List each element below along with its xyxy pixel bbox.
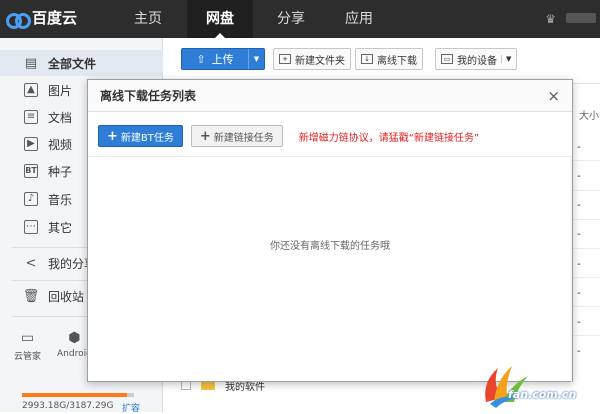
my-device-label: 我的设备 [457, 55, 497, 67]
top-bar: 百度云 主页 网盘 分享 应用 ♛ [0, 0, 600, 38]
quota-text: 2993.18G/3187.29G [22, 401, 114, 411]
size-cell: - [577, 171, 581, 182]
size-cell: - [577, 142, 581, 153]
offline-download-dialog: 离线下载任务列表 × + 新建BT任务 + 新建链接任务 新增磁力链协议，请猛戳… [87, 79, 573, 382]
size-cell: - [577, 200, 581, 211]
upload-icon: ⇧ [196, 52, 206, 66]
plus-icon: + [199, 128, 211, 144]
size-column-header[interactable]: 大小 [579, 107, 599, 122]
trash-icon: 🗑 [22, 288, 40, 304]
sidebar-item-label: 音乐 [48, 192, 73, 207]
new-link-task-label: 新建链接任务 [213, 132, 274, 144]
quota-fill [22, 393, 128, 397]
sidebar-item-label: 视频 [48, 137, 73, 152]
sidebar-item-label: 种子 [48, 164, 73, 179]
offline-download-icon: ↓ [361, 54, 373, 64]
logo-text: 百度云 [32, 9, 78, 27]
new-bt-task-label: 新建BT任务 [120, 132, 174, 144]
expand-storage-link[interactable]: 扩容 [122, 401, 140, 414]
share-icon: < [25, 255, 37, 271]
chevron-down-icon[interactable]: ▼ [501, 55, 511, 63]
files-icon: ▤ [24, 55, 38, 71]
watermark-logo [485, 366, 528, 408]
cloud-logo-icon [6, 10, 31, 29]
upload-button[interactable]: ⇧ 上传 ▼ [181, 48, 265, 70]
upload-dropdown-icon[interactable]: ▼ [248, 49, 264, 69]
device-icon: ▭ [441, 54, 453, 64]
task-list: 你还没有离线下载的任务哦 [88, 156, 572, 382]
monitor-icon: ▭ [20, 330, 35, 346]
new-bt-task-button[interactable]: + 新建BT任务 [98, 125, 183, 147]
video-icon: ▶ [24, 137, 38, 151]
toolbar: ⇧ 上传 ▼ + 新建文件夹 ↓ 离线下载 ▭ 我的设备 ▼ [163, 38, 600, 84]
music-icon: ♪ [24, 192, 38, 206]
nav-apps[interactable]: 应用 [330, 0, 388, 38]
quota-bar [22, 393, 134, 397]
new-folder-icon: + [279, 54, 291, 64]
dialog-header: 离线下载任务列表 × [88, 80, 572, 112]
sidebar-item-label: 回收站 [48, 289, 85, 304]
nav-netdisk[interactable]: 网盘 [187, 0, 253, 38]
user-menu[interactable] [566, 13, 596, 23]
sidebar-item-label: 其它 [48, 220, 73, 235]
offline-download-button[interactable]: ↓ 离线下载 [355, 48, 423, 70]
task-list-edge [571, 156, 572, 382]
size-cell: - [577, 229, 581, 240]
bt-icon: BT [24, 164, 38, 178]
close-icon[interactable]: × [547, 87, 560, 105]
device-label: 云管家 [14, 352, 42, 362]
my-device-button[interactable]: ▭ 我的设备 ▼ [435, 48, 518, 70]
baidu-cloud-logo[interactable]: 百度云 [6, 7, 78, 29]
dialog-actions: + 新建BT任务 + 新建链接任务 新增磁力链协议，请猛戳“新建链接任务” [98, 125, 479, 147]
new-folder-label: 新建文件夹 [295, 55, 345, 67]
android-icon: ⬢ [68, 330, 81, 346]
device-cloud-manager[interactable]: ▭ 云管家 [14, 330, 41, 362]
new-folder-button[interactable]: + 新建文件夹 [273, 48, 351, 70]
dialog-title: 离线下载任务列表 [100, 89, 197, 103]
nav-home[interactable]: 主页 [118, 0, 178, 38]
sidebar-item-all-files[interactable]: ▤ 全部文件 [0, 50, 163, 76]
device-links: ▭ 云管家 ⬢ Android [14, 330, 92, 362]
size-cell: - [577, 346, 581, 357]
sidebar-item-label: 文档 [48, 110, 73, 125]
other-icon: ⋯ [24, 220, 38, 234]
plus-icon: + [107, 128, 118, 144]
sidebar-item-label: 全部文件 [48, 56, 97, 71]
crown-icon[interactable]: ♛ [545, 12, 556, 26]
watermark-text: fan.com.cn [508, 388, 577, 401]
magnet-hint: 新增磁力链协议，请猛戳“新建链接任务” [298, 132, 480, 144]
offline-download-label: 离线下载 [377, 55, 417, 67]
document-icon: ≡ [24, 110, 38, 124]
size-cell: - [577, 259, 581, 270]
image-icon: ▲ [24, 83, 38, 97]
empty-state-text: 你还没有离线下载的任务哦 [270, 241, 390, 252]
new-link-task-button[interactable]: + 新建链接任务 [190, 125, 283, 147]
nav-share[interactable]: 分享 [262, 0, 320, 38]
sidebar-item-label: 图片 [48, 83, 73, 98]
size-cell: - [577, 288, 581, 299]
upload-label: 上传 [211, 53, 234, 66]
size-cell: - [577, 317, 581, 328]
